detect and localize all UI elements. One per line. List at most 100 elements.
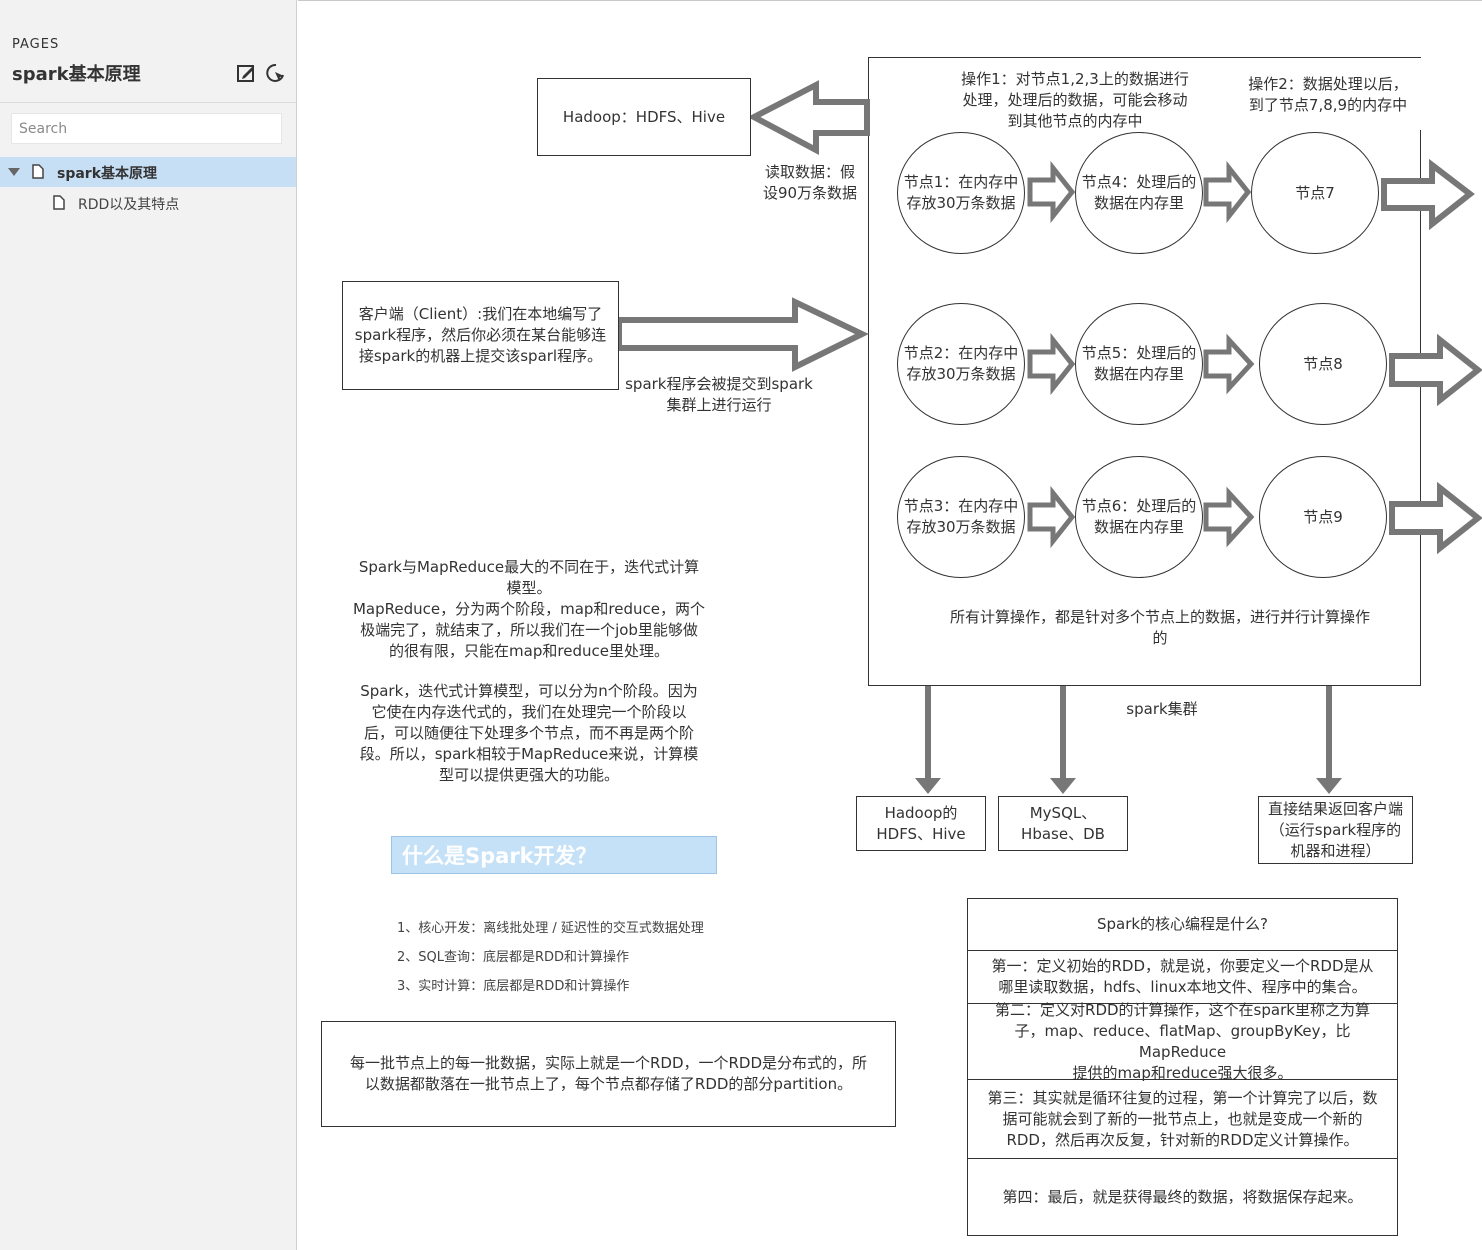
node-text: 节点7	[1295, 183, 1335, 202]
tree-item-rdd[interactable]: RDD以及其特点	[0, 188, 296, 218]
rdd-explanation-box: 每一批节点上的每一批数据，实际上就是一个RDD，一个RDD是分布式的，所 以数据都…	[321, 1021, 896, 1127]
core-step-line: 第二：定义对RDD的计算操作，这个在spark里称之为算	[995, 1000, 1370, 1019]
client-line: 接spark的机器上提交该sparl程序。	[358, 347, 603, 365]
output-line: Hbase、DB	[1021, 824, 1105, 843]
hadoop-source-box: Hadoop：HDFS、Hive	[537, 78, 751, 156]
core-step-3: 第三：其实就是循环往复的过程，第一个计算完了以后，数 据可能就会到了新的一批节点上…	[968, 1080, 1397, 1159]
submit-note-line: 集群上进行运行	[666, 396, 772, 414]
node-text: 节点1：在内存中	[903, 173, 1019, 191]
core-step-line: 第一：定义初始的RDD，就是说，你要定义一个RDD是从	[991, 957, 1374, 975]
output-line: 直接结果返回客户端	[1267, 799, 1403, 818]
submit-note-line: spark程序会被提交到spark	[625, 375, 813, 393]
add-page-icon[interactable]	[265, 62, 287, 84]
node-4: 节点4：处理后的 数据在内存里	[1075, 132, 1203, 254]
core-step-line: 子，map、reduce、flatMap、groupByKey，比MapRedu…	[1014, 1021, 1351, 1061]
read-note-line: 读取数据：假	[764, 163, 855, 181]
spark-cluster-label: spark集群	[1126, 700, 1198, 718]
node-text: 节点5：处理后的	[1081, 344, 1197, 362]
sidebar: PAGES spark基本原理 spark基本原理 RDD以及其特点	[0, 0, 297, 1250]
node-text: 存放30万条数据	[906, 365, 1016, 383]
tree-item-label: spark基本原理	[57, 166, 158, 182]
core-step-1: 第一：定义初始的RDD，就是说，你要定义一个RDD是从 哪里读取数据，hdfs、l…	[968, 951, 1397, 1004]
node-text: 节点6：处理后的	[1081, 497, 1197, 515]
node-text: 节点3：在内存中	[903, 497, 1019, 515]
core-step-4: 第四：最后，就是获得最终的数据，将数据保存起来。	[968, 1159, 1397, 1235]
node-text: 存放30万条数据	[906, 518, 1016, 536]
search-input[interactable]	[11, 113, 282, 144]
sidebar-divider	[0, 102, 296, 103]
node-text: 节点2：在内存中	[903, 344, 1019, 362]
node-text: 节点4：处理后的	[1081, 173, 1197, 191]
parallel-note-line: 所有计算操作，都是针对多个节点上的数据，进行并行计算操作	[949, 608, 1370, 626]
page-icon	[53, 195, 65, 210]
tree-item-label: RDD以及其特点	[78, 197, 180, 213]
node-text: 数据在内存里	[1093, 194, 1184, 212]
notebook-title: spark基本原理	[12, 64, 141, 85]
core-title: Spark的核心编程是什么?	[1096, 915, 1269, 933]
op2-line: 操作2：数据处理以后，	[1248, 75, 1408, 93]
edit-page-icon[interactable]	[235, 62, 257, 84]
comparison-blank	[340, 662, 718, 681]
read-note-line: 设90万条数据	[762, 184, 858, 202]
op1-line: 到其他节点的内存中	[1007, 112, 1143, 130]
comparison-line: MapReduce，分为两个阶段，map和reduce，两个	[352, 600, 706, 618]
parallel-note: 所有计算操作，都是针对多个节点上的数据，进行并行计算操作 的	[925, 607, 1395, 649]
node-text: 存放30万条数据	[906, 194, 1016, 212]
core-step-line: 据可能就会到了新的一批节点上，也就是变成一个新的	[1002, 1109, 1363, 1128]
comparison-line: Spark与MapReduce最大的不同在于，迭代式计算	[358, 558, 700, 576]
rdd-line: 以数据都散落在一批节点上了，每个节点都存储了RDD的部分partition。	[364, 1075, 853, 1093]
rdd-line: 每一批节点上的每一批数据，实际上就是一个RDD，一个RDD是分布式的，所	[349, 1054, 868, 1072]
read-data-note: 读取数据：假 设90万条数据	[755, 162, 865, 204]
comparison-line: 模型。	[506, 579, 552, 597]
node-7: 节点7	[1251, 132, 1379, 254]
output-line: Hadoop的	[884, 803, 958, 822]
core-step-line: 第四：最后，就是获得最终的数据，将数据保存起来。	[1002, 1187, 1363, 1206]
submit-note: spark程序会被提交到spark 集群上进行运行	[612, 374, 826, 416]
node-2: 节点2：在内存中 存放30万条数据	[897, 303, 1025, 425]
output-line: HDFS、Hive	[876, 824, 966, 843]
node-text: 节点8	[1303, 354, 1343, 373]
core-title-cell: Spark的核心编程是什么?	[968, 899, 1397, 951]
core-step-2: 第二：定义对RDD的计算操作，这个在spark里称之为算子，map、reduce…	[968, 1001, 1397, 1082]
node-1: 节点1：在内存中 存放30万条数据	[897, 132, 1025, 254]
node-text: 节点9	[1303, 507, 1343, 526]
client-line: 客户端（Client）:我们在本地编写了	[358, 305, 603, 323]
pages-label: PAGES	[12, 37, 60, 52]
op1-line: 操作1：对节点1,2,3上的数据进行	[961, 70, 1189, 88]
op2-label: 操作2：数据处理以后， 到了节点7,8,9的内存中	[1226, 74, 1430, 116]
what-is-spark-dev-banner: 什么是Spark开发？	[391, 836, 717, 874]
client-line: spark程序，然后你必须在某台能够连	[354, 326, 607, 344]
hadoop-source-text: Hadoop：HDFS、Hive	[562, 107, 726, 126]
cluster-right-edge	[1420, 130, 1421, 686]
output-line: MySQL、	[1029, 803, 1097, 822]
node-text: 数据在内存里	[1093, 365, 1184, 383]
comparison-line: 极端完了，就结束了，所以我们在一个job里能够做	[360, 621, 698, 639]
tree-item-spark-basics[interactable]: spark基本原理	[0, 157, 296, 187]
core-step-line: RDD，然后再次反复，针对新的RDD定义计算操作。	[1006, 1130, 1359, 1149]
core-programming-table: Spark的核心编程是什么? 第一：定义初始的RDD，就是说，你要定义一个RDD…	[967, 898, 1398, 1236]
node-text: 数据在内存里	[1093, 518, 1184, 536]
core-step-line: 哪里读取数据，hdfs、linux本地文件、程序中的集合。	[998, 978, 1367, 996]
expand-triangle-icon[interactable]	[8, 168, 20, 176]
dev-list-item: 1、核心开发：离线批处理 / 延迟性的交互式数据处理	[397, 921, 704, 936]
comparison-line: 后，可以随便往下处理多个节点，而不再是两个阶	[363, 724, 694, 742]
output-hadoop-box: Hadoop的 HDFS、Hive	[856, 796, 986, 851]
comparison-line: 它使在内存迭代式的，我们在处理完一个阶段以	[371, 703, 687, 721]
output-mysql-box: MySQL、 Hbase、DB	[998, 796, 1128, 851]
comparison-line: Spark，迭代式计算模型，可以分为n个阶段。因为	[360, 682, 698, 700]
parallel-note-line: 的	[1152, 629, 1168, 647]
client-box: 客户端（Client）:我们在本地编写了 spark程序，然后你必须在某台能够连…	[342, 281, 619, 390]
dev-list-item: 3、实时计算：底层都是RDD和计算操作	[397, 979, 630, 994]
op2-line: 到了节点7,8,9的内存中	[1248, 96, 1408, 114]
op1-line: 处理，处理后的数据，可能会移动	[962, 91, 1188, 109]
op1-label: 操作1：对节点1,2,3上的数据进行 处理，处理后的数据，可能会移动 到其他节点…	[940, 69, 1210, 132]
comparison-line: 型可以提供更强大的功能。	[438, 766, 619, 784]
comparison-line: 的很有限，只能在map和reduce里处理。	[389, 642, 669, 660]
node-5: 节点5：处理后的 数据在内存里	[1075, 303, 1203, 425]
output-line: （运行spark程序的	[1269, 820, 1402, 839]
node-9: 节点9	[1259, 456, 1387, 578]
output-client-box: 直接结果返回客户端 （运行spark程序的 机器和进程）	[1258, 796, 1413, 864]
core-step-line: 第三：其实就是循环往复的过程，第一个计算完了以后，数	[987, 1088, 1378, 1107]
node-3: 节点3：在内存中 存放30万条数据	[897, 456, 1025, 578]
node-6: 节点6：处理后的 数据在内存里	[1075, 456, 1203, 578]
